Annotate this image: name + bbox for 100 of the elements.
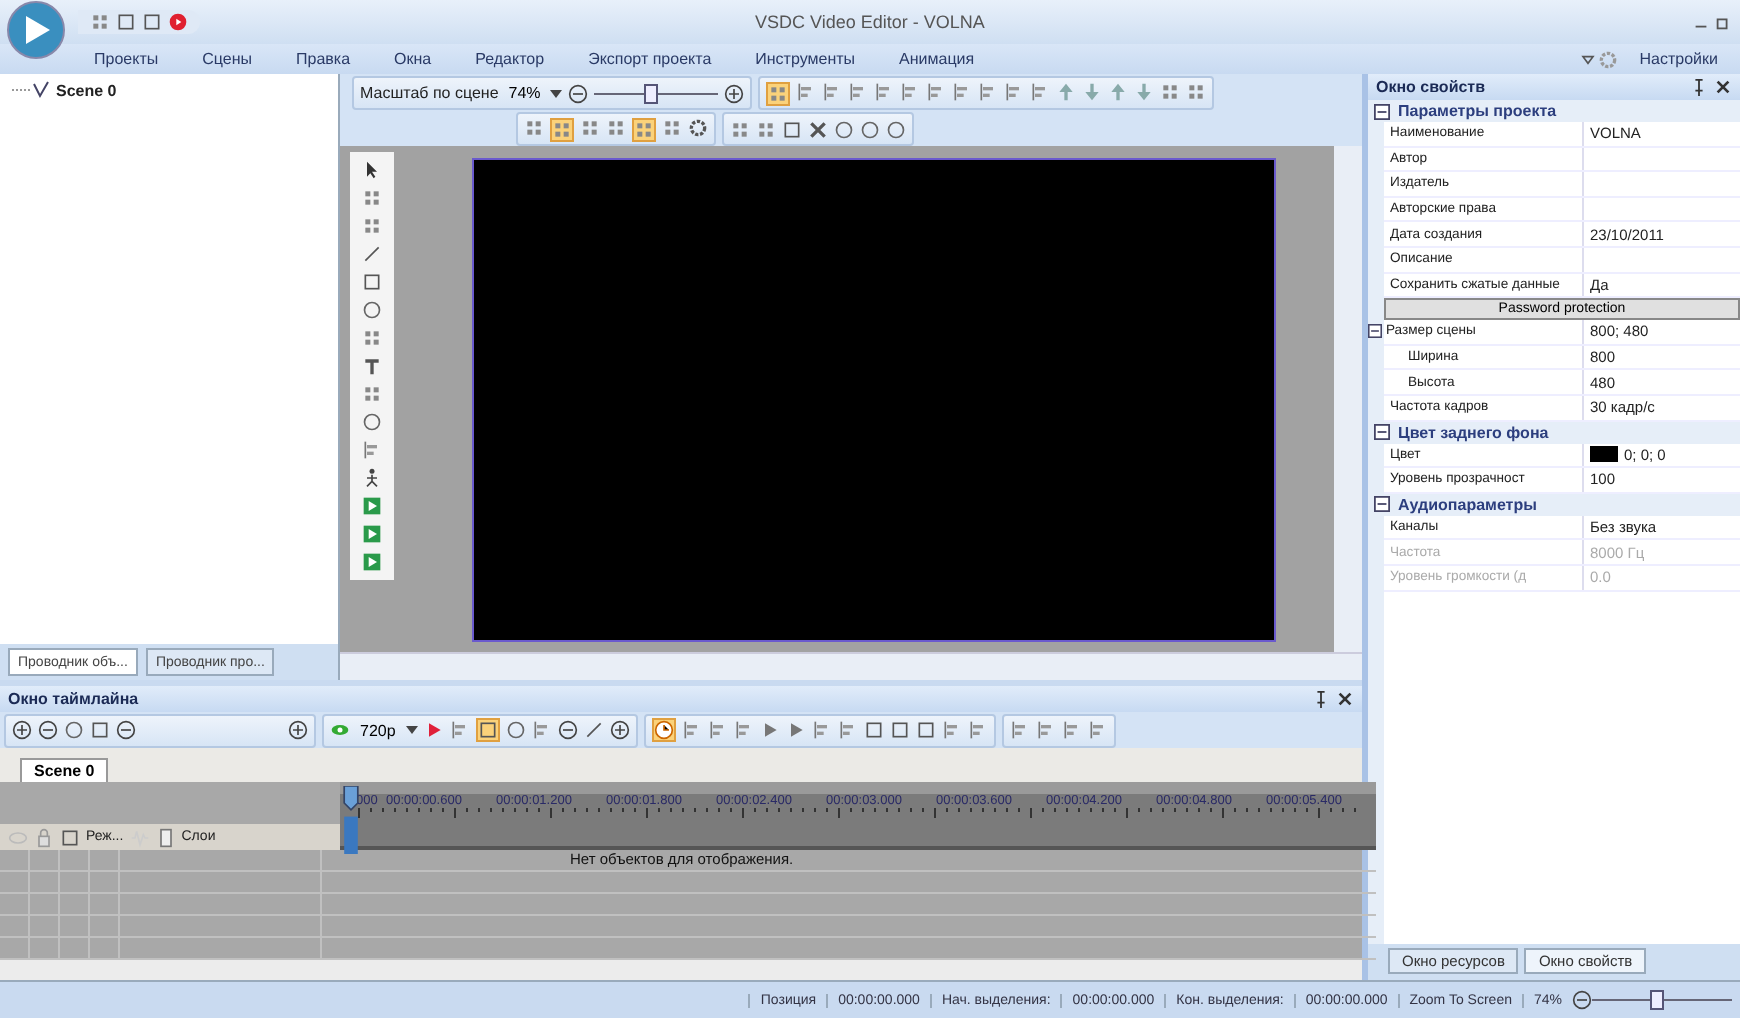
align-icon[interactable] <box>926 81 947 101</box>
delete-icon[interactable] <box>808 119 828 139</box>
zoom-dropdown[interactable]: 74% <box>504 84 545 102</box>
layer-icon[interactable] <box>155 827 176 847</box>
zoom-slider[interactable] <box>594 83 719 103</box>
frame-icon[interactable] <box>90 720 110 740</box>
lock-icon[interactable] <box>34 827 54 847</box>
caret-icon[interactable] <box>550 87 563 99</box>
align-icon[interactable] <box>1030 81 1051 101</box>
zoom-out-icon[interactable] <box>38 720 58 740</box>
menu-item[interactable]: Инструменты <box>733 50 878 68</box>
circle-icon[interactable] <box>362 412 382 432</box>
slider-thumb[interactable] <box>1649 990 1663 1010</box>
arrow-down-icon[interactable] <box>1134 81 1155 101</box>
align-icon[interactable] <box>900 81 921 101</box>
align-icon[interactable] <box>978 81 999 101</box>
caret-icon[interactable] <box>405 724 418 736</box>
grid-icon[interactable] <box>552 119 572 139</box>
collapse-icon[interactable] <box>1368 324 1382 339</box>
align-icon[interactable] <box>531 720 552 740</box>
align-icon[interactable] <box>449 720 470 740</box>
settings-icon[interactable] <box>688 117 708 137</box>
circle-icon[interactable] <box>64 720 84 740</box>
menu-item[interactable]: Экспорт проекта <box>566 50 734 68</box>
arrow-up-icon[interactable] <box>1056 81 1077 101</box>
play-icon[interactable] <box>423 720 444 740</box>
line-icon[interactable] <box>362 244 382 264</box>
align-icon[interactable] <box>707 720 728 740</box>
playhead[interactable] <box>342 786 360 854</box>
align-icon[interactable] <box>837 720 858 740</box>
align-icon[interactable] <box>1087 720 1108 740</box>
grid-icon[interactable] <box>362 216 382 236</box>
align-icon[interactable] <box>874 81 895 101</box>
zoom-out-icon[interactable] <box>568 83 589 103</box>
frame-icon[interactable] <box>60 827 80 847</box>
media-icon[interactable] <box>362 552 382 572</box>
align-icon[interactable] <box>733 720 754 740</box>
settings-menu[interactable]: Настройки <box>1617 50 1740 68</box>
close-icon[interactable] <box>1336 690 1354 708</box>
frame-icon[interactable] <box>477 720 498 740</box>
grid-icon[interactable] <box>768 83 789 103</box>
vertical-scrollbar[interactable] <box>1334 146 1362 652</box>
eye-icon[interactable] <box>330 720 350 740</box>
collapse-icon[interactable] <box>1374 103 1390 119</box>
grid-icon[interactable] <box>362 384 382 404</box>
align-icon[interactable] <box>796 81 817 101</box>
figure-icon[interactable] <box>362 468 382 488</box>
collapse-icon[interactable] <box>1374 424 1390 441</box>
frame-icon[interactable] <box>915 720 936 740</box>
line-icon[interactable] <box>583 720 604 740</box>
grid-icon[interactable] <box>90 12 110 32</box>
circle-icon[interactable] <box>834 119 854 139</box>
align-icon[interactable] <box>967 720 988 740</box>
align-icon[interactable] <box>1004 81 1025 101</box>
align-icon[interactable] <box>848 81 869 101</box>
tree-item[interactable]: Scene 0 <box>56 81 117 99</box>
pin-icon[interactable] <box>1690 78 1708 96</box>
zoom-in-icon[interactable] <box>12 720 32 740</box>
grid-icon[interactable] <box>362 188 382 208</box>
horizontal-scrollbar[interactable] <box>0 960 1362 980</box>
pin-icon[interactable] <box>1312 690 1330 708</box>
align-icon[interactable] <box>952 81 973 101</box>
grid-icon[interactable] <box>362 328 382 348</box>
menu-item[interactable]: Сцены <box>180 50 274 68</box>
zoom-in-icon[interactable] <box>288 720 308 740</box>
media-icon[interactable] <box>362 496 382 516</box>
zoom-in-icon[interactable] <box>724 83 745 103</box>
pointer-icon[interactable] <box>362 160 382 180</box>
media-icon[interactable] <box>362 524 382 544</box>
grid-icon[interactable] <box>634 119 654 139</box>
menu-item[interactable]: Редактор <box>453 50 567 68</box>
grid-icon[interactable] <box>580 117 600 137</box>
zoom-in-icon[interactable] <box>609 720 630 740</box>
menu-item[interactable]: Анимация <box>877 50 997 68</box>
menu-item[interactable]: Окна <box>372 50 454 68</box>
arrow-up-icon[interactable] <box>1108 81 1129 101</box>
align-icon[interactable] <box>1061 720 1082 740</box>
play-icon[interactable] <box>759 720 780 740</box>
zoom-out-icon[interactable] <box>1572 990 1592 1010</box>
align-icon[interactable] <box>1009 720 1030 740</box>
frame-icon[interactable] <box>889 720 910 740</box>
close-icon[interactable] <box>1714 78 1732 96</box>
arrow-down-icon[interactable] <box>1082 81 1103 101</box>
color-swatch[interactable] <box>1590 446 1618 463</box>
record-icon[interactable] <box>168 12 188 32</box>
restore-icon[interactable] <box>1714 13 1732 31</box>
menu-item[interactable]: Проекты <box>72 50 181 68</box>
resolution-dropdown[interactable]: 720p <box>356 721 400 739</box>
clock-icon[interactable] <box>653 720 674 740</box>
scene-tab[interactable]: Scene 0 <box>20 758 109 782</box>
grid-icon[interactable] <box>1160 81 1181 101</box>
zoom-out-icon[interactable] <box>116 720 136 740</box>
circle-icon[interactable] <box>886 119 906 139</box>
slider-thumb[interactable] <box>644 83 659 103</box>
text-tool-icon[interactable] <box>362 356 382 376</box>
grid-icon[interactable] <box>730 119 750 139</box>
grid-icon[interactable] <box>606 117 626 137</box>
frame-icon[interactable] <box>782 119 802 139</box>
align-icon[interactable] <box>941 720 962 740</box>
align-icon[interactable] <box>362 440 382 460</box>
